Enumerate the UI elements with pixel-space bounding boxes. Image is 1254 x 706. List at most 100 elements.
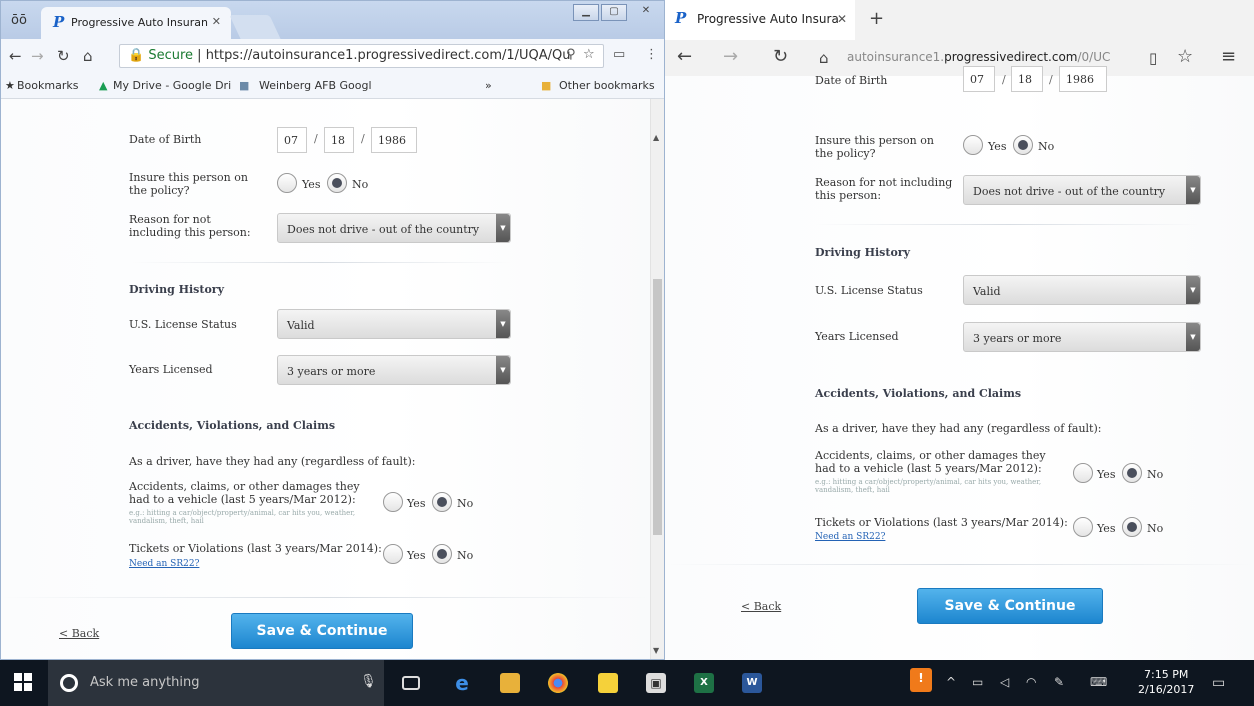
back-link[interactable]: < Back (59, 627, 99, 640)
insure-label: Insure this person on the policy? (129, 171, 248, 197)
edge-address-bar[interactable]: autoinsurance1.progressivedirect.com/0/U… (847, 50, 1110, 64)
bookmark-star-icon[interactable]: ☆ (583, 47, 595, 62)
back-arrow-icon[interactable]: ← (9, 47, 22, 65)
chrome-app-icon[interactable] (548, 673, 568, 693)
edge-tab-progressive[interactable]: P Progressive Auto Insura ✕ (665, 0, 855, 40)
excel-icon[interactable]: X (694, 673, 714, 693)
windows-start-icon[interactable] (14, 673, 34, 693)
close-tab-icon[interactable]: ✕ (212, 15, 221, 28)
dob-year-input[interactable]: 1986 (371, 127, 417, 153)
forward-arrow-icon[interactable]: → (723, 46, 738, 67)
accidents-yes-radio[interactable] (383, 492, 403, 512)
avc-heading: Accidents, Violations, and Claims (129, 419, 336, 432)
pen-icon[interactable]: ✎ (1054, 675, 1064, 689)
notification-alert-icon[interactable]: ! (910, 668, 932, 692)
task-view-icon[interactable] (402, 676, 420, 690)
tickets-yes-radio[interactable] (383, 544, 403, 564)
dob-day-input[interactable]: 18 (1011, 66, 1043, 92)
dob-month-input[interactable]: 07 (963, 66, 995, 92)
page-content-right: Date of Birth 07 / 18 / 1986 Insure this… (665, 66, 1254, 660)
forward-arrow-icon[interactable]: → (31, 47, 44, 65)
bookmark-bookmarks[interactable]: Bookmarks (17, 79, 78, 92)
cast-icon[interactable]: ▭ (613, 47, 625, 62)
store-icon[interactable]: ▣ (646, 673, 666, 693)
keyboard-icon[interactable]: ⌨ (1090, 675, 1107, 689)
bookmarks-overflow[interactable]: » (485, 79, 492, 92)
file-explorer-icon[interactable] (500, 673, 520, 693)
refresh-icon[interactable]: ↻ (773, 46, 788, 67)
zoom-icon[interactable]: ⚲ (566, 47, 576, 62)
years-select[interactable]: 3 years or more ▼ (277, 355, 511, 385)
bookmark-other[interactable]: Other bookmarks (559, 79, 655, 92)
progressive-logo-icon: P (675, 9, 687, 27)
tickets-no-radio[interactable] (432, 544, 452, 564)
home-icon[interactable]: ⌂ (83, 47, 93, 65)
save-continue-button[interactable]: Save & Continue (231, 613, 413, 649)
back-arrow-icon[interactable]: ← (677, 46, 692, 67)
reload-icon[interactable]: ↻ (57, 47, 70, 65)
license-select[interactable]: Valid ▼ (277, 309, 511, 339)
page-content-left: Date of Birth 07 / 18 / 1986 Insure this… (1, 99, 651, 659)
url-text: https://autoinsurance1.progressivedirect… (205, 48, 571, 63)
dob-month-input[interactable]: 07 (277, 127, 307, 153)
word-icon[interactable]: W (742, 673, 762, 693)
insure-yes-radio[interactable] (277, 173, 297, 193)
scroll-up-icon[interactable]: ▲ (653, 133, 659, 142)
favorite-star-icon[interactable]: ☆ (1177, 46, 1193, 67)
license-select[interactable]: Valid ▼ (963, 275, 1201, 305)
tickets-yes-radio[interactable] (1073, 517, 1093, 537)
maximize-button[interactable]: ▢ (601, 4, 627, 21)
sites-icon: ■ (239, 79, 250, 92)
accidents-no-radio[interactable] (432, 492, 452, 512)
chrome-tab-bar: ōō P Progressive Auto Insuran ✕ ▁ ▢ ✕ (1, 1, 664, 39)
scrollbar-thumb[interactable] (653, 279, 662, 535)
edge-window: P Progressive Auto Insura ✕ + ← → ↻ ⌂ au… (665, 0, 1254, 660)
insure-no-radio[interactable] (1013, 135, 1033, 155)
accidents-note: e.g.: hitting a car/object/property/anim… (815, 478, 1042, 494)
back-link[interactable]: < Back (741, 600, 781, 613)
bookmarks-bar: ★ Bookmarks ▲ My Drive - Google Dri ■ We… (1, 73, 664, 99)
tickets-label: Tickets or Violations (last 3 years/Mar … (129, 542, 382, 555)
action-center-icon[interactable]: ▭ (1212, 675, 1225, 691)
years-select[interactable]: 3 years or more ▼ (963, 322, 1201, 352)
tickets-no-radio[interactable] (1122, 517, 1142, 537)
new-tab-button[interactable] (229, 15, 281, 39)
microphone-icon[interactable]: 🎙 (360, 674, 377, 689)
scroll-down-icon[interactable]: ▼ (653, 646, 659, 655)
reason-select[interactable]: Does not drive - out of the country ▼ (963, 175, 1201, 205)
cortana-search-box[interactable]: Ask me anything 🎙 (48, 660, 384, 706)
clock[interactable]: 7:15 PM 2/16/2017 (1138, 667, 1194, 697)
hub-menu-icon[interactable]: ≡ (1221, 46, 1236, 67)
save-continue-button[interactable]: Save & Continue (917, 588, 1103, 624)
incognito-menu-icon[interactable]: ōō (11, 13, 27, 28)
scrollbar[interactable]: ▲ ▼ (650, 99, 664, 659)
wifi-icon[interactable]: ◠ (1026, 675, 1036, 689)
chrome-tab-progressive[interactable]: P Progressive Auto Insuran ✕ (41, 7, 231, 39)
dob-year-input[interactable]: 1986 (1059, 66, 1107, 92)
accidents-no-radio[interactable] (1122, 463, 1142, 483)
minimize-button[interactable]: ▁ (573, 4, 599, 21)
close-window-button[interactable]: ✕ (633, 4, 659, 21)
close-tab-icon[interactable]: ✕ (837, 12, 847, 26)
bookmark-my-drive[interactable]: My Drive - Google Dri (113, 79, 231, 92)
sr22-link[interactable]: Need an SR22? (815, 532, 885, 542)
avc-heading: Accidents, Violations, and Claims (815, 387, 1022, 400)
new-tab-icon[interactable]: + (869, 8, 884, 29)
edge-app-icon[interactable]: e (452, 673, 472, 693)
battery-icon[interactable]: ▭ (972, 675, 983, 689)
years-label: Years Licensed (129, 363, 213, 376)
accidents-yes-radio[interactable] (1073, 463, 1093, 483)
reason-select[interactable]: Does not drive - out of the country ▼ (277, 213, 511, 243)
bookmark-weinberg[interactable]: Weinberg AFB Googl (259, 79, 372, 92)
show-hidden-icons-chevron[interactable]: ^ (946, 675, 956, 689)
sticky-notes-icon[interactable] (598, 673, 618, 693)
chrome-menu-icon[interactable]: ⋮ (645, 47, 658, 62)
volume-icon[interactable]: ◁ (1000, 675, 1009, 689)
address-bar[interactable]: 🔒 Secure | https://autoinsurance1.progre… (119, 44, 604, 68)
insure-yes-radio[interactable] (963, 135, 983, 155)
cortana-icon (60, 674, 78, 692)
insure-no-radio[interactable] (327, 173, 347, 193)
sr22-link[interactable]: Need an SR22? (129, 559, 199, 569)
reading-view-icon[interactable]: ▯ (1149, 49, 1157, 67)
dob-day-input[interactable]: 18 (324, 127, 354, 153)
